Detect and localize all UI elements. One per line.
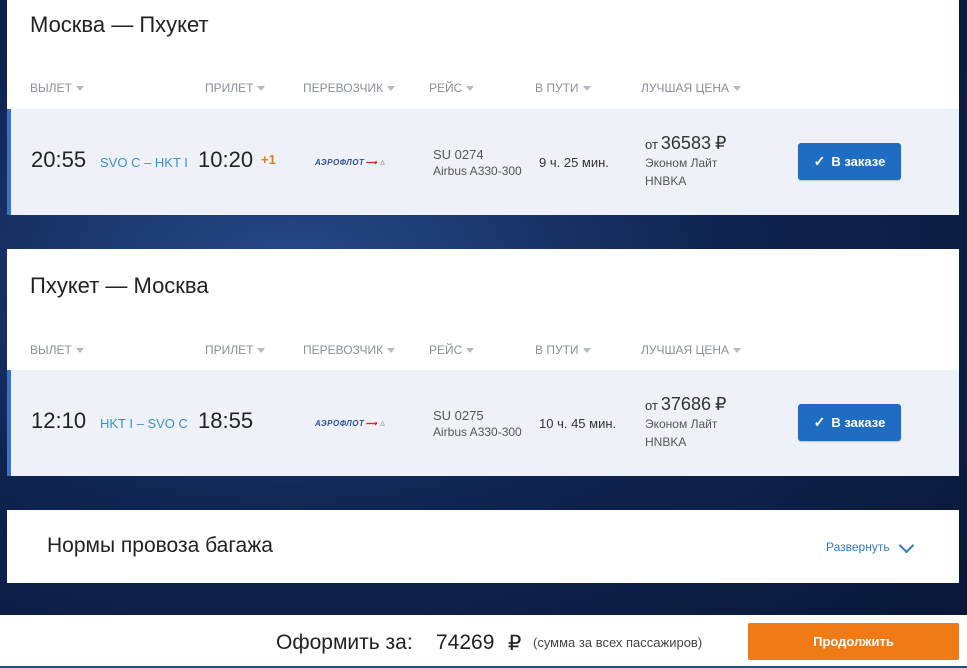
price: от 37686 ₽ <box>645 394 727 414</box>
total-note: (сумма за всех пассажиров) <box>533 635 703 650</box>
flight-number: SU 0274 <box>433 147 484 162</box>
caret-down-icon <box>387 348 396 354</box>
day-shift-badge: +1 <box>261 152 276 167</box>
caret-down-icon <box>582 348 591 354</box>
baggage-rules-title: Нормы провоза багажа <box>47 534 273 557</box>
sort-duration[interactable]: В ПУТИ <box>535 81 591 95</box>
total-label: Оформить за: <box>276 631 413 654</box>
outbound-column-headers: ВЫЛЕТ ПРИЛЕТ ПЕРЕВОЗЧИК РЕЙС В ПУТИ ЛУЧШ… <box>7 81 959 101</box>
departure-time: 12:10 <box>31 408 87 433</box>
outbound-flight-card: Москва — Пхукет ВЫЛЕТ ПРИЛЕТ ПЕРЕВОЗЧИК … <box>7 0 959 215</box>
caret-down-icon <box>387 86 396 92</box>
airports: HKT I – SVO C <box>100 416 188 431</box>
in-order-button[interactable]: ✓ В заказе <box>798 143 901 180</box>
inbound-column-headers: ВЫЛЕТ ПРИЛЕТ ПЕРЕВОЗЧИК РЕЙС В ПУТИ ЛУЧШ… <box>7 343 959 363</box>
caret-down-icon <box>466 86 475 92</box>
inbound-flight-row[interactable]: 12:10 HKT I – SVO C 18:55 АЭРОФЛОТ⟿ ∆ SU … <box>7 370 959 476</box>
chevron-down-icon[interactable] <box>898 537 915 554</box>
in-order-button[interactable]: ✓ В заказе <box>798 404 901 441</box>
sort-price[interactable]: ЛУЧШАЯ ЦЕНА <box>641 343 742 357</box>
check-icon: ✓ <box>813 153 826 169</box>
outbound-route-title: Москва — Пхукет <box>30 12 209 37</box>
aircraft: Airbus A330-300 <box>433 425 522 439</box>
caret-down-icon <box>257 86 266 92</box>
caret-down-icon <box>733 86 742 92</box>
caret-down-icon <box>466 348 475 354</box>
baggage-rules-card[interactable]: Нормы провоза багажа Развернуть <box>7 510 959 583</box>
sort-arrival[interactable]: ПРИЛЕТ <box>205 81 266 95</box>
outbound-flight-row[interactable]: 20:55 SVO C – HKT I 10:20 +1 АЭРОФЛОТ⟿ ∆ … <box>7 109 959 215</box>
total-currency: ₽ <box>508 632 522 655</box>
total-amount: 74269 <box>436 631 495 654</box>
caret-down-icon <box>733 348 742 354</box>
sort-carrier[interactable]: ПЕРЕВОЗЧИК <box>303 81 396 95</box>
airports: SVO C – HKT I <box>100 155 188 170</box>
caret-down-icon <box>582 86 591 92</box>
aeroflot-logo: АЭРОФЛОТ⟿ ∆ <box>315 158 386 167</box>
caret-down-icon <box>257 348 266 354</box>
aeroflot-logo: АЭРОФЛОТ⟿ ∆ <box>315 419 386 428</box>
check-icon: ✓ <box>813 414 826 430</box>
fare-name: Эконом Лайт <box>645 417 718 431</box>
duration: 9 ч. 25 мин. <box>539 155 609 170</box>
arrival-time: 18:55 <box>198 408 254 433</box>
caret-down-icon <box>75 86 84 92</box>
sort-carrier[interactable]: ПЕРЕВОЗЧИК <box>303 343 396 357</box>
sort-duration[interactable]: В ПУТИ <box>535 343 591 357</box>
fare-code: HNBKA <box>645 174 687 188</box>
caret-down-icon <box>75 348 84 354</box>
fare-name: Эконом Лайт <box>645 156 718 170</box>
sort-price[interactable]: ЛУЧШАЯ ЦЕНА <box>641 81 742 95</box>
sort-flight[interactable]: РЕЙС <box>429 343 475 357</box>
departure-time: 20:55 <box>31 147 87 172</box>
checkout-footer: Оформить за: 74269 ₽ (сумма за всех пасс… <box>0 615 967 668</box>
duration: 10 ч. 45 мин. <box>539 416 617 431</box>
sort-flight[interactable]: РЕЙС <box>429 81 475 95</box>
aircraft: Airbus A330-300 <box>433 164 522 178</box>
sort-departure[interactable]: ВЫЛЕТ <box>30 343 84 357</box>
continue-button[interactable]: Продолжить <box>748 623 959 660</box>
price: от 36583 ₽ <box>645 133 727 153</box>
sort-arrival[interactable]: ПРИЛЕТ <box>205 343 266 357</box>
inbound-route-title: Пхукет — Москва <box>30 273 209 298</box>
inbound-flight-card: Пхукет — Москва ВЫЛЕТ ПРИЛЕТ ПЕРЕВОЗЧИК … <box>7 249 959 476</box>
arrival-time: 10:20 <box>198 147 254 172</box>
sort-departure[interactable]: ВЫЛЕТ <box>30 81 84 95</box>
fare-code: HNBKA <box>645 435 687 449</box>
flight-number: SU 0275 <box>433 408 484 423</box>
expand-link[interactable]: Развернуть <box>826 540 890 554</box>
